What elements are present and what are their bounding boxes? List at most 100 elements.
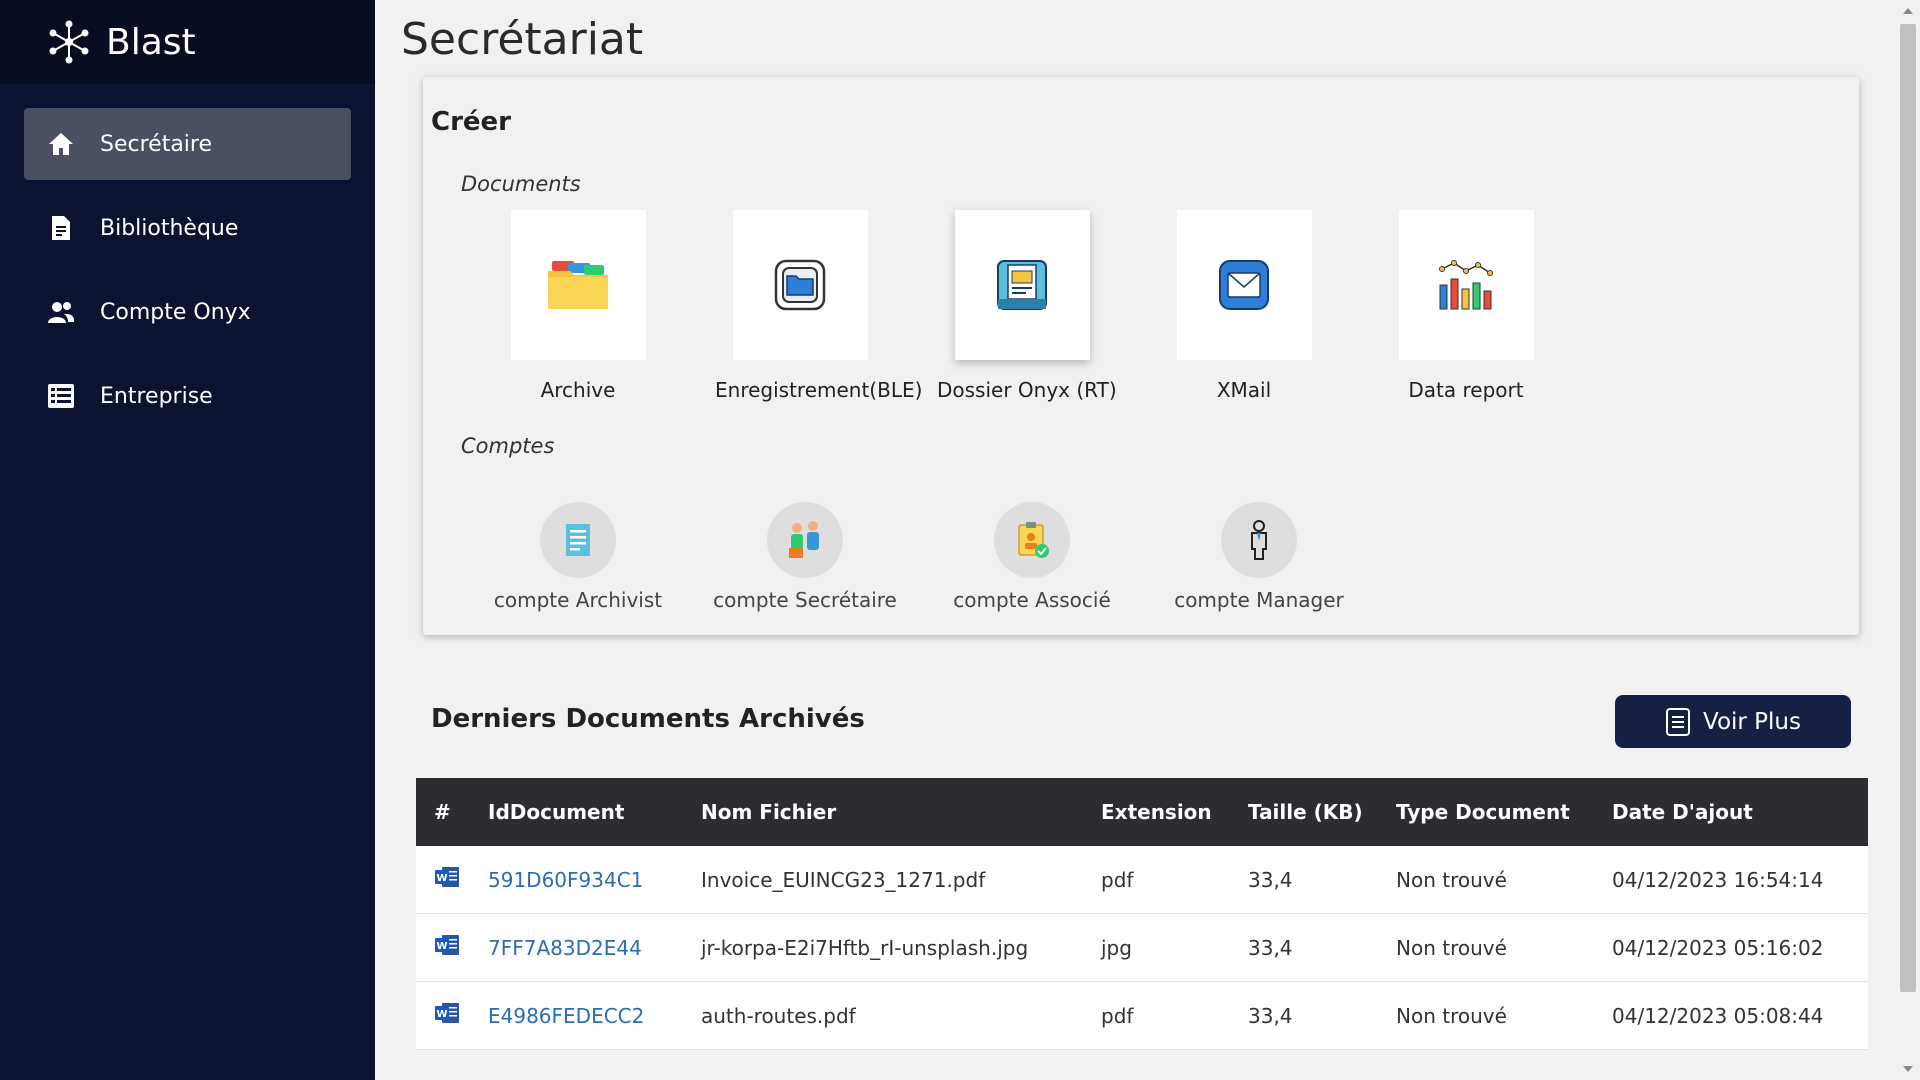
column-header: #: [434, 800, 451, 824]
account-circle: [767, 502, 843, 578]
page-scrollbar[interactable]: [1896, 0, 1920, 1080]
tile-label: Enregistrement(BLE): [715, 378, 923, 402]
tile-box: [510, 210, 646, 360]
tile-box: [1398, 210, 1534, 360]
tile-label: Data report: [1408, 378, 1524, 402]
page-title: Secrétariat: [401, 14, 644, 65]
tile-label: Dossier Onyx (RT): [937, 378, 1117, 402]
document-scan-icon: [997, 260, 1047, 310]
file-size: 33,4: [1248, 935, 1293, 960]
comptes-section-label: Comptes: [461, 434, 555, 458]
compte-secretaire-tile[interactable]: compte Secrétaire: [705, 502, 905, 612]
brand-name: Blast: [106, 21, 196, 63]
column-header: Type Document: [1396, 800, 1570, 824]
table-row[interactable]: W 7FF7A83D2E44 jr-korpa-E2i7Hftb_rI-unsp…: [416, 914, 1868, 982]
sidebar-item-label: Bibliothèque: [100, 215, 239, 241]
file-size: 33,4: [1248, 867, 1293, 892]
compte-associe-tile[interactable]: compte Associé: [932, 502, 1132, 612]
documents-section-label: Documents: [461, 172, 581, 196]
create-dossier-onyx-tile[interactable]: Dossier Onyx (RT): [937, 210, 1117, 402]
create-enregistrement-tile[interactable]: Enregistrement(BLE): [715, 210, 923, 402]
list-icon: [46, 381, 76, 411]
column-header: IdDocument: [488, 800, 625, 824]
tile-label: XMail: [1216, 378, 1272, 402]
sidebar-item-secretaire[interactable]: Secrétaire: [24, 108, 351, 180]
sidebar-item-label: Entreprise: [100, 383, 213, 409]
create-card: Créer Documents Archive Enregistrement(B…: [423, 77, 1859, 635]
bar-chart-icon: [1439, 260, 1493, 310]
sidebar-nav: Secrétaire Bibliothèque Compte Onyx Entr…: [0, 84, 375, 432]
svg-text:W: W: [436, 1009, 447, 1020]
main-content: Secrétariat Créer Documents Archive Enre…: [375, 0, 1896, 1080]
account-circle: [540, 502, 616, 578]
sidebar-item-bibliotheque[interactable]: Bibliothèque: [24, 192, 351, 264]
voir-plus-label: Voir Plus: [1703, 708, 1801, 735]
create-archive-tile[interactable]: Archive: [493, 210, 663, 402]
network-nodes-icon: [49, 20, 89, 64]
home-icon: [46, 129, 76, 159]
scroll-up-icon[interactable]: [1903, 8, 1913, 14]
file-name: Invoice_EUINCG23_1271.pdf: [701, 867, 986, 892]
sidebar-item-compte-onyx[interactable]: Compte Onyx: [24, 276, 351, 348]
document-list-icon: [1665, 707, 1691, 737]
sidebar: Blast Secrétaire Bibliothèque Compte Ony…: [0, 0, 375, 1080]
scroll-down-icon[interactable]: [1903, 1066, 1913, 1072]
account-circle: [1221, 502, 1297, 578]
tile-box: [1176, 210, 1312, 360]
sidebar-item-entreprise[interactable]: Entreprise: [24, 360, 351, 432]
word-file-icon: W: [416, 934, 488, 961]
file-name: jr-korpa-E2i7Hftb_rI-unsplash.jpg: [701, 935, 1029, 960]
sidebar-item-label: Compte Onyx: [100, 299, 251, 325]
file-extension: pdf: [1101, 1003, 1134, 1028]
file-name: auth-routes.pdf: [701, 1003, 856, 1028]
compte-manager-tile[interactable]: compte Manager: [1159, 502, 1359, 612]
file-size: 33,4: [1248, 1003, 1293, 1028]
account-label: compte Archivist: [493, 588, 663, 612]
document-type: Non trouvé: [1396, 1003, 1507, 1028]
folder-app-icon: [774, 259, 826, 311]
folder-icon: [548, 261, 608, 309]
scrollbar-thumb[interactable]: [1900, 24, 1916, 992]
document-id-link[interactable]: 7FF7A83D2E44: [488, 936, 701, 960]
sidebar-item-label: Secrétaire: [100, 131, 213, 157]
file-extension: jpg: [1101, 935, 1132, 960]
date-added: 04/12/2023 05:16:02: [1612, 935, 1824, 960]
brand[interactable]: Blast: [0, 0, 375, 84]
svg-text:W: W: [436, 941, 447, 952]
meeting-icon: [789, 521, 819, 558]
compte-archivist-tile[interactable]: compte Archivist: [478, 502, 678, 612]
recent-documents-title: Derniers Documents Archivés: [431, 704, 865, 734]
voir-plus-button[interactable]: Voir Plus: [1615, 695, 1851, 748]
document-type: Non trouvé: [1396, 935, 1507, 960]
recent-documents-table: # IdDocument Nom Fichier Extension Taill…: [416, 778, 1868, 1050]
document-type: Non trouvé: [1396, 867, 1507, 892]
tile-box: [954, 210, 1090, 360]
create-xmail-tile[interactable]: XMail: [1159, 210, 1329, 402]
create-data-report-tile[interactable]: Data report: [1381, 210, 1551, 402]
table-row[interactable]: W E4986FEDECC2 auth-routes.pdf pdf 33,4 …: [416, 982, 1868, 1050]
file-extension: pdf: [1101, 867, 1134, 892]
create-title: Créer: [431, 107, 511, 137]
word-file-icon: W: [416, 1002, 488, 1029]
account-label: compte Secrétaire: [713, 588, 897, 612]
account-label: compte Manager: [1174, 588, 1344, 612]
table-row[interactable]: W 591D60F934C1 Invoice_EUINCG23_1271.pdf…: [416, 846, 1868, 914]
word-file-icon: W: [416, 866, 488, 893]
account-label: compte Associé: [953, 588, 1111, 612]
notes-icon: [566, 524, 590, 556]
document-id-link[interactable]: E4986FEDECC2: [488, 1004, 701, 1028]
users-icon: [46, 297, 76, 327]
date-added: 04/12/2023 05:08:44: [1612, 1003, 1824, 1028]
document-icon: [46, 213, 76, 243]
column-header: Taille (KB): [1248, 800, 1363, 824]
account-circle: [994, 502, 1070, 578]
mail-icon: [1219, 260, 1269, 310]
column-header: Date D'ajout: [1612, 800, 1753, 824]
column-header: Extension: [1101, 800, 1212, 824]
clipboard-check-icon: [1018, 522, 1049, 558]
tile-box: [732, 210, 868, 360]
table-header: # IdDocument Nom Fichier Extension Taill…: [416, 778, 1868, 846]
document-id-link[interactable]: 591D60F934C1: [488, 868, 701, 892]
date-added: 04/12/2023 16:54:14: [1612, 867, 1824, 892]
svg-text:W: W: [436, 873, 447, 884]
